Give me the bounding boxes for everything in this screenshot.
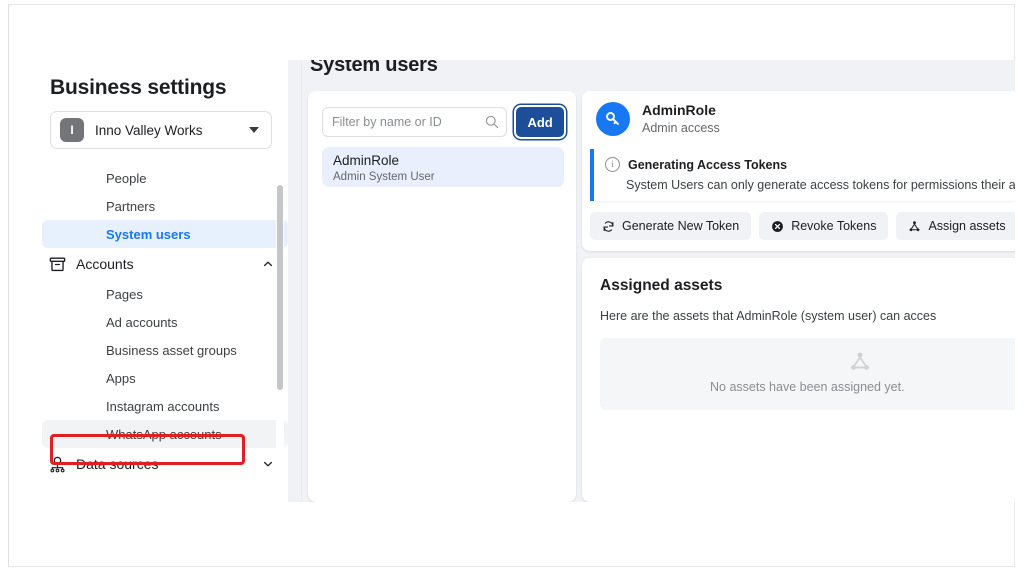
asset-network-icon <box>851 352 869 370</box>
data-sources-icon <box>49 456 65 472</box>
key-icon <box>606 112 619 125</box>
chevron-up-icon[interactable] <box>262 258 274 270</box>
data-sources-icon <box>46 453 68 475</box>
sidebar-item-label: Business asset groups <box>106 342 237 358</box>
business-settings-sidebar: Business settings I Inno Valley Works Pe… <box>30 62 288 502</box>
sidebar-item-data-sources[interactable]: Data sources <box>42 448 288 480</box>
assign-assets-button[interactable]: Assign assets <box>896 212 1015 240</box>
action-buttons-row: Generate New Token Revoke Tokens Assign … <box>590 212 1015 240</box>
revoke-tokens-button[interactable]: Revoke Tokens <box>759 212 889 240</box>
sidebar-scrollbar-thumb[interactable] <box>277 185 283 390</box>
assigned-assets-title: Assigned assets <box>600 277 723 294</box>
revoke-circle-icon <box>772 220 784 232</box>
search-row: Add <box>322 106 564 138</box>
sidebar-item-label: WhatsApp accounts <box>106 426 222 442</box>
sidebar-item-whatsapp-accounts[interactable]: WhatsApp accounts <box>42 420 288 448</box>
assigned-assets-card: Assigned assets Here are the assets that… <box>582 258 1015 502</box>
page-title: Business settings <box>50 76 227 99</box>
chevron-up-icon[interactable] <box>262 258 274 270</box>
sidebar-item-label: Data sources <box>76 456 159 472</box>
sidebar-item-label: System users <box>106 226 191 242</box>
sidebar-nav: People Partners System users Accounts Pages A… <box>42 164 288 480</box>
archive-box-icon <box>46 253 68 275</box>
screen: Business settings I Inno Valley Works Pe… <box>0 0 1024 575</box>
sidebar-item-system-users[interactable]: System users <box>42 220 288 248</box>
sidebar-item-people[interactable]: People <box>42 164 288 192</box>
content-title: System users <box>310 60 438 76</box>
sidebar-item-business-asset-groups[interactable]: Business asset groups <box>42 336 288 364</box>
archive-box-icon <box>49 256 65 271</box>
generate-new-token-label: Generate New Token <box>622 219 740 233</box>
assigned-assets-description: Here are the assets that AdminRole (syst… <box>600 309 937 323</box>
system-user-detail-card: AdminRole Admin access i Generating Acce… <box>582 91 1015 251</box>
sidebar-item-partners[interactable]: Partners <box>42 192 288 220</box>
sidebar-item-label: Apps <box>106 370 136 386</box>
user-role: Admin System User <box>333 171 435 183</box>
sidebar-item-label: Accounts <box>76 256 134 272</box>
sidebar-item-label: Pages <box>106 286 143 302</box>
info-banner: i Generating Access Tokens System Users … <box>590 149 1015 201</box>
search-box[interactable] <box>322 107 508 137</box>
search-input[interactable] <box>323 108 507 136</box>
sidebar-item-label: People <box>106 170 147 186</box>
sidebar-item-label: Ad accounts <box>106 314 178 330</box>
business-selector[interactable]: I Inno Valley Works <box>50 111 272 149</box>
info-title-row: i Generating Access Tokens <box>605 157 787 172</box>
panel-gutter <box>288 60 302 502</box>
avatar <box>596 102 630 136</box>
role-name: AdminRole <box>642 102 716 118</box>
sidebar-item-pages[interactable]: Pages <box>42 280 288 308</box>
sidebar-item-instagram-accounts[interactable]: Instagram accounts <box>42 392 288 420</box>
add-button[interactable]: Add <box>516 107 564 137</box>
business-avatar: I <box>60 118 84 142</box>
revoke-tokens-label: Revoke Tokens <box>791 219 877 233</box>
assigned-assets-empty-state: No assets have been assigned yet. <box>600 338 1015 410</box>
sidebar-item-accounts[interactable]: Accounts <box>42 248 288 280</box>
sidebar-item-label: Partners <box>106 198 156 214</box>
sidebar-item-label: Instagram accounts <box>106 398 220 414</box>
chevron-down-icon[interactable] <box>262 458 274 470</box>
generate-new-token-button[interactable]: Generate New Token <box>590 212 752 240</box>
info-title: Generating Access Tokens <box>628 157 788 172</box>
detail-header: AdminRole Admin access <box>596 102 720 136</box>
main-content: System users Add AdminRole Admin System … <box>302 60 1015 502</box>
assign-assets-icon <box>910 220 920 231</box>
chevron-down-icon[interactable] <box>262 458 274 470</box>
user-name: AdminRole <box>333 153 400 168</box>
sidebar-item-ad-accounts[interactable]: Ad accounts <box>42 308 288 336</box>
role-texts: AdminRole Admin access <box>642 102 720 136</box>
business-name: Inno Valley Works <box>95 122 203 138</box>
role-access: Admin access <box>642 121 720 135</box>
system-users-list-card: Add AdminRole Admin System User <box>308 91 576 502</box>
sidebar-item-apps[interactable]: Apps <box>42 364 288 392</box>
info-body: System Users can only generate access to… <box>626 178 1015 192</box>
caret-down-icon[interactable] <box>249 127 259 133</box>
refresh-icon <box>603 220 614 232</box>
info-circle-icon: i <box>605 157 620 172</box>
assigned-assets-empty-text: No assets have been assigned yet. <box>710 380 905 394</box>
list-item[interactable]: AdminRole Admin System User <box>322 147 564 187</box>
assign-assets-label: Assign assets <box>928 219 1006 233</box>
